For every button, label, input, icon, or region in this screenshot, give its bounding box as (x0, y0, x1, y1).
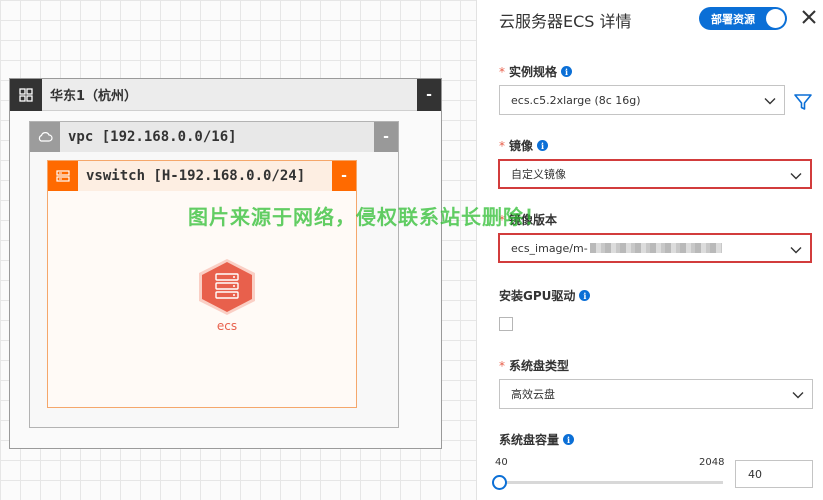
vswitch-collapse-button[interactable]: - (332, 161, 356, 191)
deploy-resource-toggle[interactable]: 部署资源 (699, 7, 787, 30)
image-version-select[interactable]: ecs_image/m- (498, 233, 812, 263)
grid-icon (10, 78, 42, 111)
region-collapse-button[interactable]: - (417, 79, 441, 111)
image-version-label: * 镜像版本 (499, 212, 558, 228)
disk-size-label: 系统盘容量 i (499, 431, 575, 448)
gpu-driver-checkbox[interactable] (499, 317, 513, 331)
required-asterisk: * (499, 138, 505, 153)
vswitch-container[interactable]: vswitch [H-192.168.0.0/24] - ecs (47, 160, 357, 408)
panel-title: 云服务器ECS 详情 (499, 12, 632, 31)
region-title: 华东1（杭州） (50, 89, 138, 104)
vpc-container[interactable]: vpc [192.168.0.0/16] - vswitch [H-192.16… (29, 121, 399, 428)
instance-spec-select[interactable]: ecs.c5.2xlarge (8c 16g) (499, 85, 785, 115)
instance-spec-label: * 实例规格 i (499, 63, 573, 80)
ecs-node[interactable]: ecs (194, 256, 260, 336)
chevron-down-icon (792, 392, 804, 399)
deploy-toggle-label: 部署资源 (711, 13, 755, 26)
image-label: * 镜像 i (499, 137, 549, 154)
slider-min-label: 40 (495, 457, 508, 468)
info-icon[interactable]: i (563, 434, 575, 445)
vswitch-title: vswitch [H-192.168.0.0/24] (86, 168, 306, 184)
gpu-driver-label: 安装GPU驱动 i (499, 287, 591, 304)
vpc-title: vpc [192.168.0.0/16] (68, 129, 237, 145)
ecs-detail-panel: 云服务器ECS 详情 部署资源 * 实例规格 i ecs.c5.2xlarge … (476, 0, 823, 500)
disk-size-slider-track[interactable] (499, 481, 723, 484)
cloud-icon (30, 122, 60, 152)
redacted-text (589, 243, 722, 253)
slider-max-label: 2048 (699, 457, 725, 468)
disk-size-input[interactable] (735, 460, 813, 488)
vpc-collapse-button[interactable]: - (374, 122, 398, 152)
image-select[interactable]: 自定义镜像 (498, 159, 812, 189)
chevron-down-icon (790, 173, 802, 180)
switch-icon (48, 161, 78, 191)
info-icon[interactable]: i (537, 140, 549, 151)
region-container[interactable]: 华东1（杭州） - vpc [192.168.0.0/16] - vswitch… (9, 78, 442, 449)
required-asterisk: * (499, 64, 505, 79)
ecs-server-icon (199, 259, 255, 315)
required-asterisk: * (499, 212, 505, 227)
vpc-header: vpc [192.168.0.0/16] - (30, 122, 398, 152)
ecs-label: ecs (216, 319, 238, 333)
disk-type-label: * 系统盘类型 (499, 358, 570, 374)
required-asterisk: * (499, 358, 505, 373)
vswitch-header: vswitch [H-192.168.0.0/24] - (48, 161, 356, 191)
region-header: 华东1（杭州） - (10, 78, 441, 111)
disk-type-select[interactable]: 高效云盘 (499, 379, 813, 409)
filter-icon[interactable] (793, 92, 813, 112)
toggle-knob (766, 9, 785, 28)
chevron-down-icon (764, 98, 776, 105)
chevron-down-icon (790, 247, 802, 254)
info-icon[interactable]: i (561, 66, 573, 77)
disk-size-slider-handle[interactable] (492, 475, 507, 490)
info-icon[interactable]: i (579, 290, 591, 301)
close-icon[interactable] (799, 7, 819, 27)
